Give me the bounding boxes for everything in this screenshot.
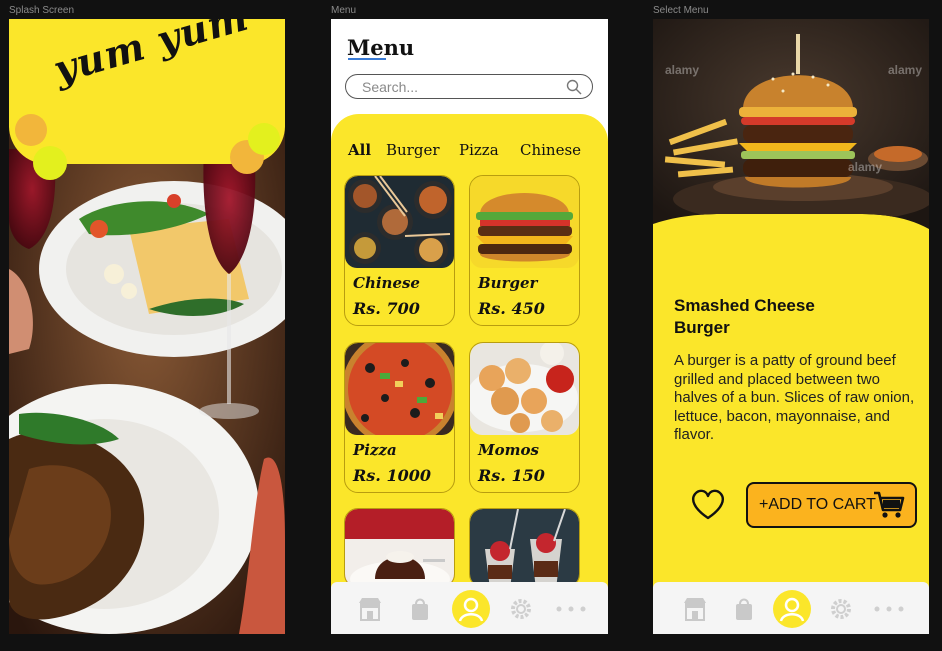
tab-all[interactable]: All <box>348 141 371 159</box>
watermark-text: alamy <box>848 160 882 174</box>
item-name: Momos <box>478 441 539 459</box>
shopping-bag-icon[interactable] <box>406 595 434 623</box>
search-icon[interactable] <box>566 79 582 95</box>
menu-screen: Menu All Burger Pizza Chinese Chinese Rs… <box>331 19 608 634</box>
decor-dot-lime <box>33 146 67 180</box>
menu-card-pizza[interactable]: Pizza Rs. 1000 <box>344 342 455 493</box>
heart-icon[interactable] <box>689 487 727 521</box>
product-description: A burger is a patty of ground beef grill… <box>674 352 915 443</box>
momos-image <box>470 343 579 435</box>
item-price: Rs. 1000 <box>353 466 431 485</box>
tab-chinese[interactable]: Chinese <box>520 141 581 159</box>
chinese-food-image <box>345 176 454 268</box>
category-tabs: All Burger Pizza Chinese <box>331 141 608 163</box>
profile-button[interactable] <box>773 590 811 628</box>
search-input[interactable] <box>362 78 552 95</box>
pizza-image <box>345 343 454 435</box>
burger-image <box>470 176 579 268</box>
watermark-text: alamy <box>665 63 699 77</box>
watermark-text: alamy <box>888 63 922 77</box>
profile-icon <box>458 597 484 622</box>
shopping-bag-icon[interactable] <box>730 595 758 623</box>
burger-hero-image: alamy alamy alamy <box>653 19 929 229</box>
item-price: Rs. 450 <box>478 299 545 318</box>
select-menu-frame-label: Select Menu <box>653 5 709 16</box>
menu-card-chinese[interactable]: Chinese Rs. 700 <box>344 175 455 326</box>
item-price: Rs. 700 <box>353 299 420 318</box>
add-to-cart-label: +ADD TO CART <box>759 496 876 513</box>
decor-dot-lime <box>248 123 280 155</box>
tab-pizza[interactable]: Pizza <box>459 141 499 159</box>
menu-card-dessert[interactable] <box>344 508 455 588</box>
shopping-cart-icon <box>874 491 905 518</box>
more-icon[interactable] <box>871 595 907 623</box>
lava-cake-image <box>345 509 454 587</box>
bottom-nav <box>653 582 929 634</box>
splash-screen: yum yum <box>9 19 285 634</box>
select-menu-screen: alamy alamy alamy Smashed Cheese Burger … <box>653 19 929 634</box>
tab-burger[interactable]: Burger <box>386 141 440 159</box>
gear-icon[interactable] <box>507 595 535 623</box>
search-bar[interactable] <box>345 74 593 99</box>
profile-icon <box>779 597 805 622</box>
decor-dot-orange <box>15 114 47 146</box>
item-name: Chinese <box>353 274 420 292</box>
item-name: Pizza <box>353 441 397 459</box>
store-icon[interactable] <box>681 595 709 623</box>
menu-card-burger[interactable]: Burger Rs. 450 <box>469 175 580 326</box>
profile-button[interactable] <box>452 590 490 628</box>
bottom-nav <box>331 582 608 634</box>
menu-card-dessert-cups[interactable] <box>469 508 580 588</box>
splash-frame-label: Splash Screen <box>9 5 75 16</box>
product-title: Smashed Cheese Burger <box>674 296 815 337</box>
store-icon[interactable] <box>356 595 384 623</box>
add-to-cart-button[interactable]: +ADD TO CART <box>746 482 917 528</box>
item-name: Burger <box>478 274 538 292</box>
menu-card-momos[interactable]: Momos Rs. 150 <box>469 342 580 493</box>
title-underline <box>348 58 386 60</box>
gear-icon[interactable] <box>827 595 855 623</box>
more-icon[interactable] <box>553 595 589 623</box>
dessert-cups-image <box>470 509 579 587</box>
page-title: Menu <box>347 35 415 60</box>
item-price: Rs. 150 <box>478 466 545 485</box>
menu-frame-label: Menu <box>331 5 357 16</box>
